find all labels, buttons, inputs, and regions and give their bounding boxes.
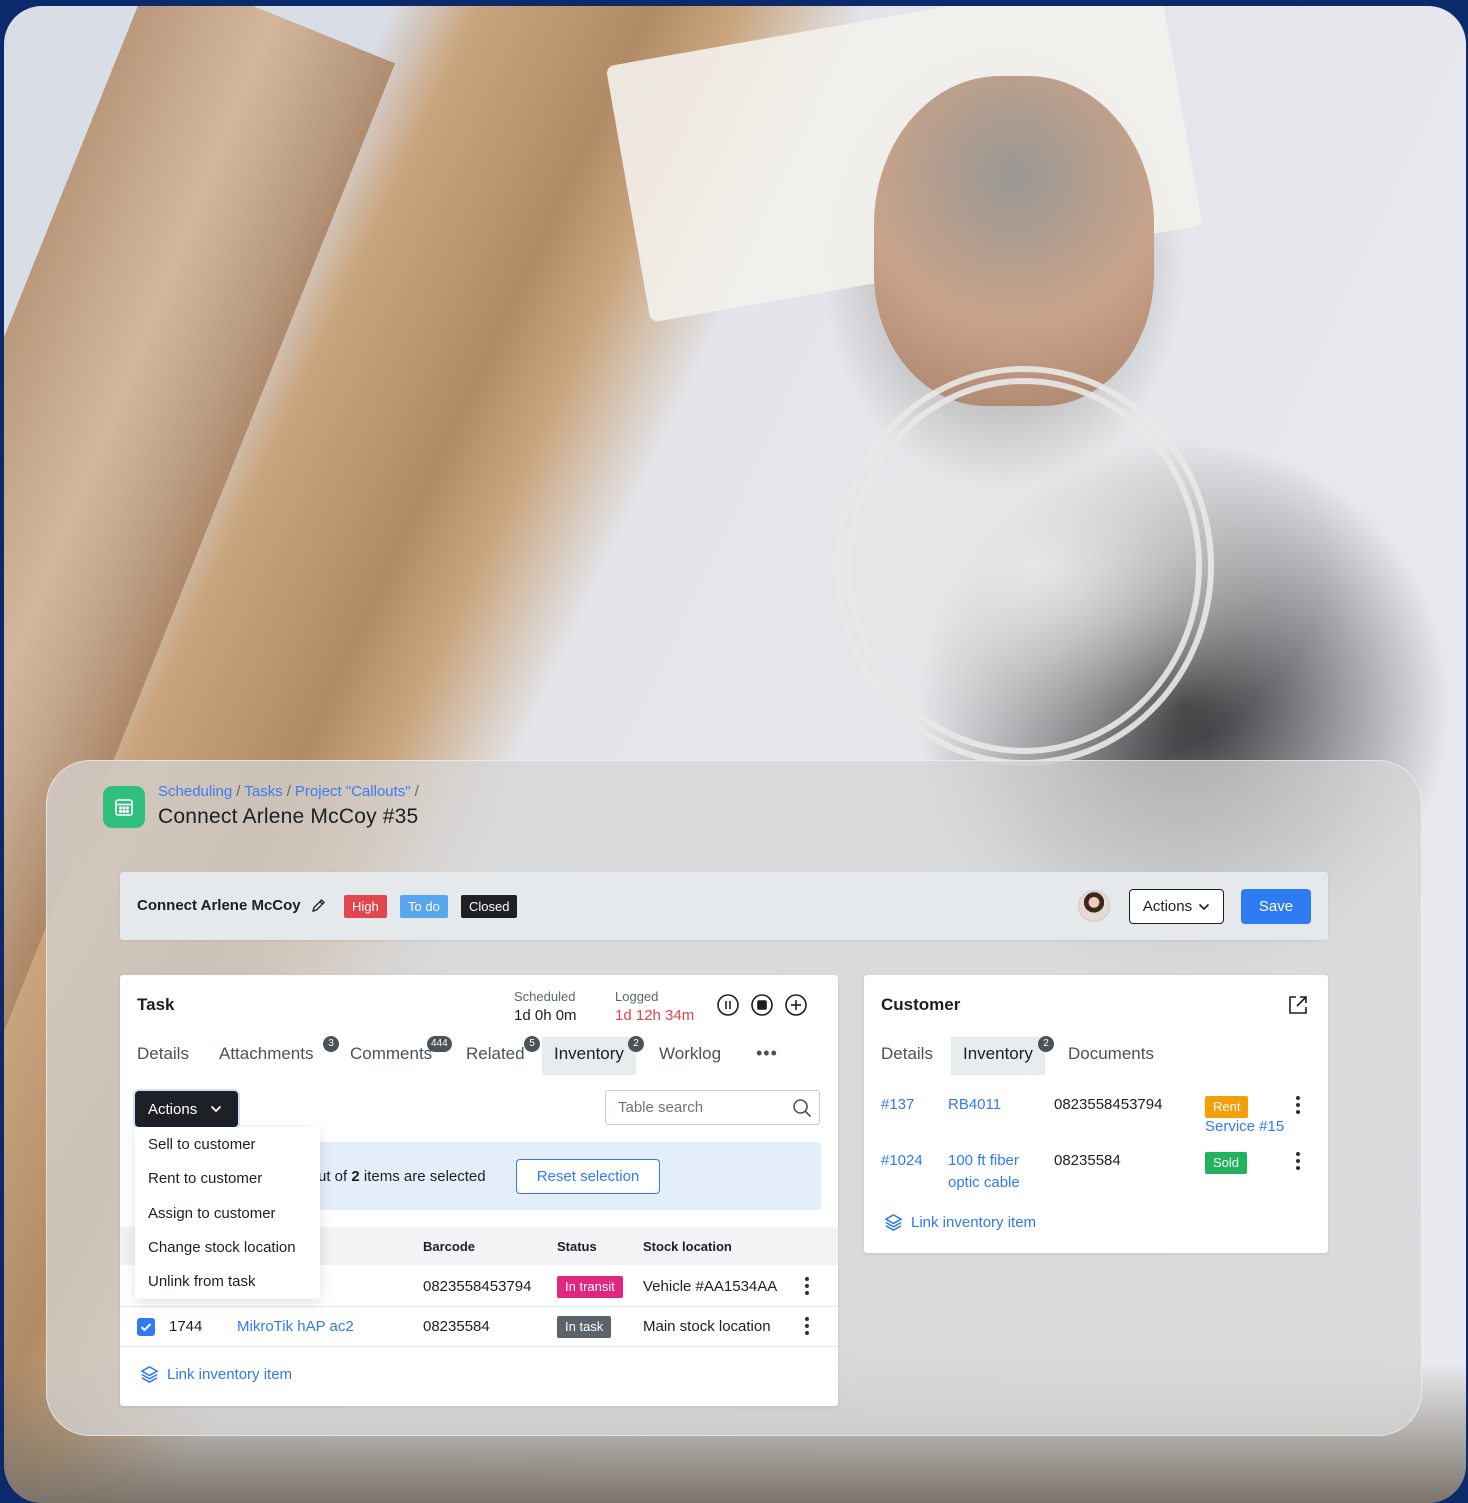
state-badge[interactable]: To do (400, 895, 448, 918)
column-barcode[interactable]: Barcode (423, 1239, 475, 1254)
more-tabs-icon[interactable]: ••• (756, 1043, 778, 1064)
customer-link-inventory-item-button[interactable]: Link inventory item (884, 1213, 1036, 1232)
layers-icon (884, 1214, 903, 1231)
row-stock-location: Main stock location (643, 1318, 771, 1335)
search-icon (793, 1099, 812, 1118)
tab-related[interactable]: Related 5 (466, 1036, 540, 1075)
breadcrumb: Scheduling / Tasks / Project "Callouts" / (158, 783, 419, 800)
customer-tab-documents[interactable]: Documents (1068, 1037, 1154, 1075)
selection-text: ut of 2 items are selected (318, 1168, 486, 1185)
chevron-down-icon (211, 1105, 222, 1113)
chevron-down-icon (1199, 903, 1210, 910)
row-barcode: 0823558453794 (423, 1278, 532, 1295)
priority-badge[interactable]: High (344, 895, 387, 918)
customer-card: Customer Details Inventory 2 Documents #1… (864, 975, 1328, 1253)
task-tabs: Details Attachments 3 Comments 444 Related… (120, 1036, 838, 1075)
sold-badge: Sold (1205, 1152, 1248, 1174)
header-actions-button[interactable]: Actions (1129, 889, 1224, 924)
tab-details[interactable]: Details (137, 1037, 189, 1075)
customer-card-title: Customer (881, 995, 961, 1014)
tab-worklog[interactable]: Worklog (659, 1037, 721, 1075)
status-badge: In transit (557, 1276, 623, 1298)
inventory-count-badge: 2 (628, 1036, 644, 1052)
menu-item-assign[interactable]: Assign to customer (148, 1205, 276, 1222)
item-id-link[interactable]: #137 (881, 1096, 914, 1113)
menu-item-unlink[interactable]: Unlink from task (148, 1273, 256, 1290)
check-icon (140, 1323, 152, 1332)
task-header-bar: Connect Arlene McCoy High To do Closed A… (120, 872, 1328, 940)
scheduled-value: 1d 0h 0m (514, 1007, 577, 1024)
row-menu-icon[interactable] (805, 1317, 809, 1337)
item-name-link[interactable]: RB4011 (948, 1096, 1001, 1113)
actions-dropdown-menu: Sell to customer Rent to customer Assign… (135, 1127, 320, 1299)
item-name-link-line2[interactable]: optic cable (948, 1174, 1020, 1191)
customer-tabs: Details Inventory 2 Documents (864, 1036, 1328, 1075)
logged-value: 1d 12h 34m (615, 1007, 695, 1024)
edit-pencil-icon[interactable] (311, 898, 326, 918)
save-button[interactable]: Save (1241, 889, 1311, 924)
menu-item-sell[interactable]: Sell to customer (148, 1136, 256, 1153)
column-stock-location[interactable]: Stock location (643, 1239, 732, 1254)
cable-coil (834, 366, 1214, 766)
page-title: Connect Arlene McCoy #35 (158, 805, 419, 828)
assignee-avatar[interactable] (1078, 890, 1110, 922)
customer-tab-details[interactable]: Details (881, 1037, 933, 1075)
table-actions-button[interactable]: Actions (135, 1091, 238, 1127)
pause-icon[interactable] (716, 993, 740, 1017)
row-id: 1744 (169, 1318, 203, 1335)
breadcrumb-scheduling[interactable]: Scheduling (158, 783, 232, 800)
row-menu-icon[interactable] (805, 1277, 809, 1297)
row-barcode: 08235584 (423, 1318, 490, 1335)
tab-comments[interactable]: Comments 444 (350, 1036, 452, 1075)
menu-item-change-location[interactable]: Change stock location (148, 1239, 296, 1256)
item-barcode: 0823558453794 (1054, 1096, 1163, 1113)
item-id-link[interactable]: #1024 (881, 1152, 923, 1169)
table-row[interactable]: 1744 MikroTik hAP ac2 08235584 In task M… (120, 1307, 838, 1347)
breadcrumb-tasks[interactable]: Tasks (244, 783, 282, 800)
app-window: Scheduling / Tasks / Project "Callouts" / Con… (46, 760, 1422, 1436)
closed-badge[interactable]: Closed (461, 895, 518, 918)
add-icon[interactable] (784, 993, 808, 1017)
customer-tab-inventory[interactable]: Inventory 2 (951, 1036, 1054, 1075)
customer-inventory-count-badge: 2 (1038, 1036, 1054, 1052)
related-count-badge: 5 (524, 1036, 540, 1052)
logged-label: Logged (615, 989, 659, 1004)
task-name: Connect Arlene McCoy (137, 897, 301, 914)
item-name-link[interactable]: 100 ft fiber (948, 1152, 1019, 1169)
breadcrumb-project[interactable]: Project "Callouts" (295, 783, 411, 800)
row-item-link[interactable]: MikroTik hAP ac2 (237, 1318, 354, 1335)
column-status[interactable]: Status (557, 1239, 597, 1254)
task-card: Task Scheduled 1d 0h 0m Logged 1d 12h 34… (120, 975, 838, 1406)
tab-attachments[interactable]: Attachments 3 (219, 1036, 339, 1075)
row-stock-location: Vehicle #AA1534AA (643, 1278, 778, 1295)
service-link[interactable]: Service #15 (1205, 1118, 1284, 1135)
scheduled-label: Scheduled (514, 989, 576, 1004)
menu-item-rent[interactable]: Rent to customer (148, 1170, 262, 1187)
comments-count-badge: 444 (427, 1036, 452, 1052)
item-barcode: 08235584 (1054, 1152, 1121, 1169)
item-menu-icon[interactable] (1296, 1096, 1300, 1116)
row-checkbox[interactable] (137, 1318, 155, 1336)
item-menu-icon[interactable] (1296, 1152, 1300, 1172)
table-search-input[interactable]: Table search (605, 1090, 820, 1125)
link-inventory-item-button[interactable]: Link inventory item (140, 1365, 292, 1384)
tab-inventory[interactable]: Inventory 2 (542, 1036, 644, 1075)
calendar-icon (103, 786, 145, 828)
reset-selection-button[interactable]: Reset selection (516, 1159, 660, 1194)
external-link-icon[interactable] (1287, 994, 1309, 1016)
layers-icon (140, 1366, 159, 1383)
task-card-title: Task (137, 995, 175, 1014)
stop-icon[interactable] (750, 993, 774, 1017)
attachments-count-badge: 3 (323, 1036, 339, 1052)
status-badge: In task (557, 1316, 612, 1338)
rent-badge: Rent (1205, 1096, 1249, 1118)
technician-figure (874, 76, 1154, 406)
